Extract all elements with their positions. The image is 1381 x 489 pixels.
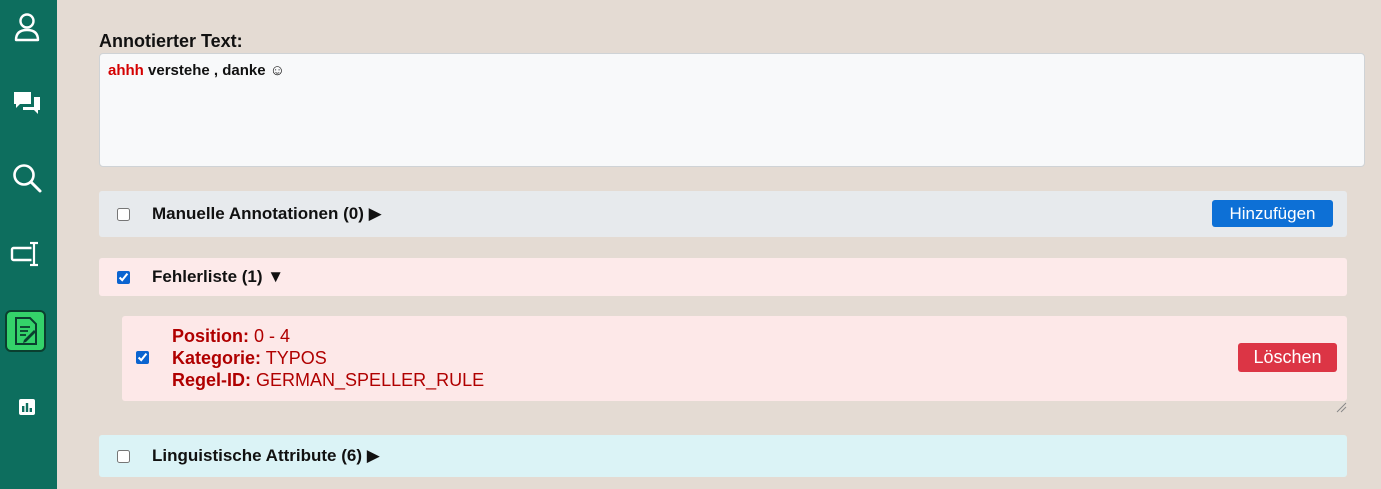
bar-chart-icon: [19, 399, 35, 415]
nav-search[interactable]: [6, 157, 48, 199]
annotated-text-box[interactable]: ahhh verstehe , danke ☺: [99, 53, 1365, 167]
search-icon: [13, 164, 42, 193]
document-edit-icon: [14, 317, 37, 345]
error-rule-id: Regel-ID: GERMAN_SPELLER_RULE: [172, 370, 485, 390]
nav-profile[interactable]: [6, 6, 48, 48]
manual-annotations-section: Manuelle Annotationen (0) ▶ Hinzufügen: [99, 191, 1347, 237]
linguistic-attributes-checkbox[interactable]: [117, 449, 130, 463]
linguistic-attributes-toggle[interactable]: Linguistische Attribute (6) ▶: [152, 446, 380, 466]
error-item: Position: 0 - 4 Kategorie: TYPOS Regel-I…: [122, 316, 1347, 401]
user-icon: [14, 13, 40, 42]
nav-chat[interactable]: [6, 82, 48, 124]
error-list-section: Fehlerliste (1) ▼: [99, 258, 1347, 296]
manual-annotations-toggle[interactable]: Manuelle Annotationen (0) ▶: [152, 204, 382, 224]
text-cursor-icon: [10, 241, 38, 267]
manual-annotations-checkbox[interactable]: [117, 207, 130, 221]
error-item-checkbox[interactable]: [136, 351, 149, 364]
linguistic-attributes-section: Linguistische Attribute (6) ▶: [99, 435, 1347, 477]
sidebar: [0, 0, 57, 489]
annotated-text-label: Annotierter Text:: [99, 31, 243, 51]
nav-text-input[interactable]: [6, 233, 48, 275]
resize-handle-icon[interactable]: [1336, 402, 1347, 413]
nav-statistics[interactable]: [6, 386, 48, 428]
error-highlight[interactable]: ahhh: [108, 62, 144, 79]
error-position: Position: 0 - 4: [172, 326, 291, 346]
nav-annotate[interactable]: [5, 310, 46, 352]
add-button[interactable]: Hinzufügen: [1212, 200, 1333, 227]
error-details: Position: 0 - 4 Kategorie: TYPOS Regel-I…: [172, 325, 484, 391]
chat-icon: [14, 92, 40, 114]
error-list-checkbox[interactable]: [117, 270, 130, 284]
error-list-toggle[interactable]: Fehlerliste (1) ▼: [152, 267, 284, 287]
delete-button[interactable]: Löschen: [1238, 343, 1337, 372]
annotated-text-content: verstehe , danke ☺: [143, 62, 286, 79]
error-category: Kategorie: TYPOS: [172, 348, 327, 368]
